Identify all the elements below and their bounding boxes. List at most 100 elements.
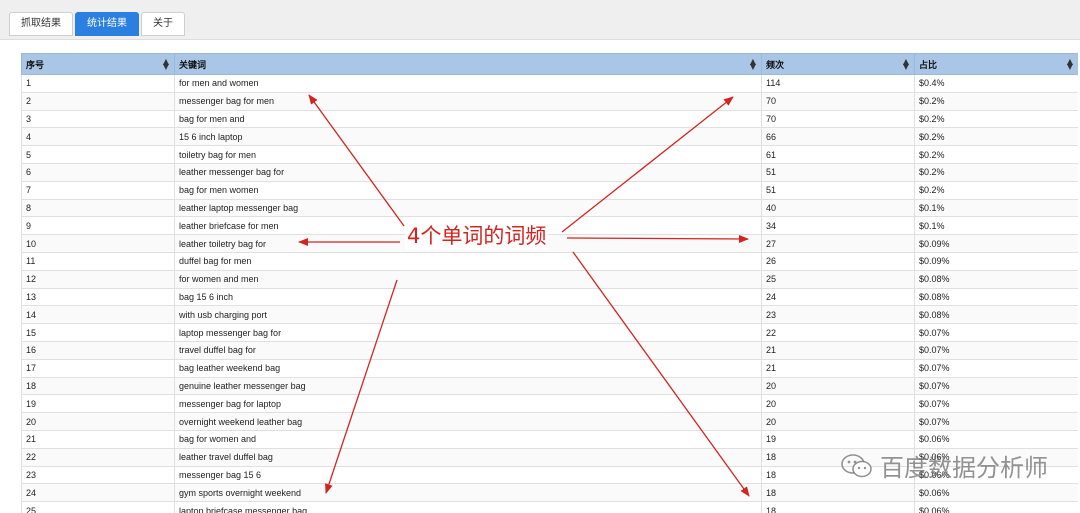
cell-ratio: $0.2%	[914, 180, 1078, 200]
wechat-icon	[841, 453, 872, 477]
table-row[interactable]: 12 for women and men 25 $0.08%	[21, 269, 1078, 289]
cell-frequency: 27	[761, 234, 915, 253]
table-row[interactable]: 16 travel duffel bag for 21 $0.07%	[21, 340, 1078, 360]
table-row[interactable]: 2 messenger bag for men 70 $0.2%	[21, 91, 1078, 111]
column-header-keyword[interactable]: 关键词 ▲ ▼	[174, 53, 762, 75]
table-row[interactable]: 7 bag for men women 51 $0.2%	[21, 180, 1078, 200]
table-row[interactable]: 1 for men and women 114 $0.4%	[21, 74, 1078, 93]
cell-keyword: messenger bag 15 6	[174, 465, 762, 485]
cell-frequency: 24	[761, 287, 915, 307]
table-row[interactable]: 21 bag for women and 19 $0.06%	[21, 429, 1078, 449]
table-header-row: 序号 ▲ ▼ 关键词 ▲ ▼ 频次 ▲ ▼ 占比 ▲ ▼	[21, 53, 1078, 75]
table-row[interactable]: 13 bag 15 6 inch 24 $0.08%	[21, 287, 1078, 307]
cell-index: 14	[21, 305, 175, 325]
tab-bar: 抓取结果 统计结果 关于	[9, 12, 185, 36]
cell-ratio: $0.08%	[914, 269, 1078, 289]
table-row[interactable]: 8 leather laptop messenger bag 40 $0.1%	[21, 198, 1078, 218]
cell-index: 10	[21, 234, 175, 253]
cell-keyword: bag 15 6 inch	[174, 287, 762, 307]
cell-frequency: 51	[761, 180, 915, 200]
cell-ratio: $0.09%	[914, 251, 1078, 271]
cell-index: 1	[21, 74, 175, 93]
cell-frequency: 26	[761, 251, 915, 271]
cell-ratio: $0.2%	[914, 109, 1078, 129]
table-row[interactable]: 19 messenger bag for laptop 20 $0.07%	[21, 394, 1078, 414]
cell-ratio: $0.07%	[914, 412, 1078, 431]
cell-ratio: $0.07%	[914, 323, 1078, 342]
cell-ratio: $0.08%	[914, 287, 1078, 307]
column-header-label: 序号	[26, 60, 45, 71]
cell-keyword: overnight weekend leather bag	[174, 412, 762, 431]
annotation-label: 4个单词的词频	[405, 222, 549, 250]
table-row[interactable]: 6 leather messenger bag for 51 $0.2%	[21, 162, 1078, 182]
table-row[interactable]: 4 15 6 inch laptop 66 $0.2%	[21, 127, 1078, 147]
cell-index: 9	[21, 216, 175, 236]
table-row[interactable]: 14 with usb charging port 23 $0.08%	[21, 305, 1078, 325]
cell-frequency: 70	[761, 109, 915, 129]
table-row[interactable]: 20 overnight weekend leather bag 20 $0.07%	[21, 412, 1078, 431]
cell-frequency: 21	[761, 340, 915, 360]
column-header-frequency[interactable]: 频次 ▲ ▼	[761, 53, 915, 75]
column-header-label: 占比	[919, 60, 938, 71]
cell-index: 20	[21, 412, 175, 431]
cell-index: 3	[21, 109, 175, 129]
tab-stats-results[interactable]: 统计结果	[75, 12, 139, 36]
results-table-container: 序号 ▲ ▼ 关键词 ▲ ▼ 频次 ▲ ▼ 占比 ▲ ▼ 1 for men and women 1…	[21, 53, 1078, 513]
table-row[interactable]: 17 bag leather weekend bag 21 $0.07%	[21, 358, 1078, 378]
watermark-text: 百度数据分析师	[880, 454, 1048, 482]
cell-ratio: $0.4%	[914, 74, 1078, 93]
cell-frequency: 25	[761, 269, 915, 289]
cell-keyword: leather laptop messenger bag	[174, 198, 762, 218]
cell-keyword: bag leather weekend bag	[174, 358, 762, 378]
tab-crawl-results[interactable]: 抓取结果	[9, 12, 73, 36]
column-header-index[interactable]: 序号 ▲ ▼	[21, 53, 175, 75]
cell-frequency: 51	[761, 162, 915, 182]
cell-keyword: bag for men women	[174, 180, 762, 200]
watermark: 百度数据分析师	[840, 448, 1048, 483]
cell-index: 8	[21, 198, 175, 218]
cell-keyword: with usb charging port	[174, 305, 762, 325]
cell-keyword: for men and women	[174, 74, 762, 93]
table-row[interactable]: 10 leather toiletry bag for 27 $0.09%	[21, 234, 1078, 253]
cell-ratio: $0.07%	[914, 394, 1078, 414]
cell-ratio: $0.08%	[914, 305, 1078, 325]
cell-ratio: $0.07%	[914, 376, 1078, 396]
cell-index: 5	[21, 145, 175, 164]
cell-ratio: $0.09%	[914, 234, 1078, 253]
top-bar: 抓取结果 统计结果 关于	[0, 0, 1080, 40]
cell-keyword: laptop briefcase messenger bag	[174, 501, 762, 513]
column-header-ratio[interactable]: 占比 ▲ ▼	[914, 53, 1078, 75]
cell-keyword: toiletry bag for men	[174, 145, 762, 164]
cell-ratio: $0.06%	[914, 429, 1078, 449]
cell-frequency: 21	[761, 358, 915, 378]
cell-index: 22	[21, 447, 175, 467]
table-row[interactable]: 24 gym sports overnight weekend 18 $0.06%	[21, 483, 1078, 503]
table-row[interactable]: 9 leather briefcase for men 34 $0.1%	[21, 216, 1078, 236]
cell-ratio: $0.1%	[914, 198, 1078, 218]
cell-keyword: 15 6 inch laptop	[174, 127, 762, 147]
cell-ratio: $0.2%	[914, 162, 1078, 182]
table-row[interactable]: 5 toiletry bag for men 61 $0.2%	[21, 145, 1078, 164]
cell-ratio: $0.07%	[914, 358, 1078, 378]
cell-ratio: $0.2%	[914, 145, 1078, 164]
cell-ratio: $0.06%	[914, 501, 1078, 513]
table-row[interactable]: 25 laptop briefcase messenger bag 18 $0.06%	[21, 501, 1078, 513]
cell-keyword: leather messenger bag for	[174, 162, 762, 182]
cell-frequency: 70	[761, 91, 915, 111]
cell-ratio: $0.1%	[914, 216, 1078, 236]
cell-index: 21	[21, 429, 175, 449]
table-row[interactable]: 3 bag for men and 70 $0.2%	[21, 109, 1078, 129]
cell-frequency: 20	[761, 394, 915, 414]
sort-icon[interactable]: ▲ ▼	[163, 58, 169, 71]
cell-index: 18	[21, 376, 175, 396]
tab-about[interactable]: 关于	[141, 12, 185, 36]
table-row[interactable]: 11 duffel bag for men 26 $0.09%	[21, 251, 1078, 271]
cell-index: 6	[21, 162, 175, 182]
sort-icon[interactable]: ▲ ▼	[750, 58, 756, 71]
cell-index: 19	[21, 394, 175, 414]
table-row[interactable]: 18 genuine leather messenger bag 20 $0.07%	[21, 376, 1078, 396]
table-row[interactable]: 15 laptop messenger bag for 22 $0.07%	[21, 323, 1078, 342]
sort-icon[interactable]: ▲ ▼	[1067, 58, 1073, 71]
sort-icon[interactable]: ▲ ▼	[903, 58, 909, 71]
cell-keyword: for women and men	[174, 269, 762, 289]
